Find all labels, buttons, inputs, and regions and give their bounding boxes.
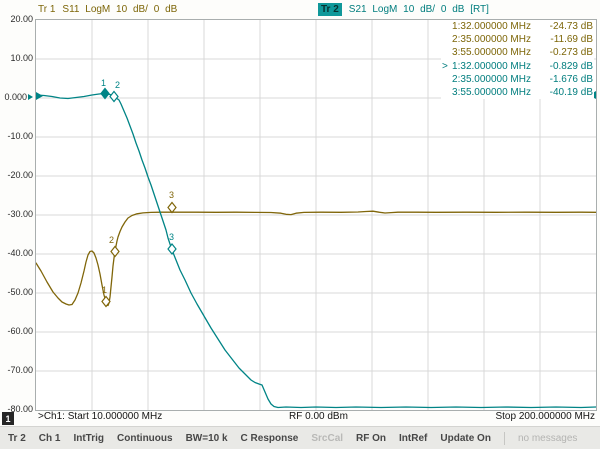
trace2-tab[interactable]: Tr 2	[318, 2, 342, 16]
marker-2-s11-diamond[interactable]	[110, 245, 120, 258]
status-message: no messages	[517, 432, 578, 444]
rf-power-label[interactable]: RF 0.00 dBm	[289, 411, 348, 422]
trace1-params[interactable]: S11 LogM 10 dB/ 0 dB	[62, 4, 177, 15]
marker-2-s21-label: 2	[115, 80, 120, 90]
channel-indicator[interactable]: 1	[2, 412, 14, 425]
status-item-ch-1[interactable]: Ch 1	[39, 433, 61, 444]
y-axis-label: -40.00	[0, 248, 33, 259]
y-axis-label: 20.00	[0, 14, 33, 25]
y-axis-tick-text: -10.00	[7, 131, 33, 141]
marker-3-s11-diamond[interactable]	[167, 201, 177, 214]
status-item-intref[interactable]: IntRef	[399, 433, 427, 444]
y-axis-tick-text: -30.00	[7, 209, 33, 219]
status-item-c-response[interactable]: C Response	[241, 433, 299, 444]
y-axis-tick-text: 0.000	[4, 92, 27, 102]
marker-1-s21-label: 1	[101, 78, 106, 88]
marker-1-s11-label: 1	[102, 285, 107, 295]
marker-value: -1.676 dB	[549, 73, 593, 85]
marker-readout-row: 3:55.000000 MHz -40.19 dB	[442, 86, 593, 99]
y-axis-label: -70.00	[0, 365, 33, 376]
trace1-header: Tr 1 S11 LogM 10 dB/ 0 dB	[38, 2, 177, 16]
active-marker-prefix: >	[442, 60, 448, 72]
marker-frequency: 2:35.000000 MHz	[452, 73, 531, 85]
y-axis-label: -30.00	[0, 209, 33, 220]
marker-3-s11-label: 3	[169, 190, 174, 200]
status-item-tr-2[interactable]: Tr 2	[8, 433, 26, 444]
y-axis-label: -10.00	[0, 131, 33, 142]
status-item-bw-10-k[interactable]: BW=10 k	[186, 433, 228, 444]
marker-frequency: 1:32.000000 MHz	[452, 60, 531, 72]
marker-value: -24.73 dB	[549, 21, 593, 33]
marker-1-s21-diamond[interactable]	[100, 87, 110, 100]
marker-readout-row: >1:32.000000 MHz -0.829 dB	[442, 60, 593, 73]
y-axis-label: -20.00	[0, 170, 33, 181]
marker-readout-row: 2:35.000000 MHz -1.676 dB	[442, 73, 593, 86]
y-axis-label: 0.000	[0, 92, 33, 103]
y-axis-tick-text: 20.00	[10, 14, 33, 24]
marker-2-s21-diamond[interactable]	[109, 90, 119, 103]
status-item-continuous[interactable]: Continuous	[117, 433, 173, 444]
status-divider	[503, 431, 505, 445]
y-axis-tick-text: -20.00	[7, 170, 33, 180]
trace2-ref-level-arrow-icon	[28, 94, 33, 100]
marker-readout-row: 2:35.000000 MHz -11.69 dB	[442, 33, 593, 46]
marker-frequency: 1:32.000000 MHz	[452, 21, 531, 33]
start-frequency-label[interactable]: >Ch1: Start 10.000000 MHz	[38, 411, 162, 422]
trace2-header: Tr 2 S21 LogM 10 dB/ 0 dB [RT]	[318, 2, 489, 16]
y-axis-tick-text: -70.00	[7, 365, 33, 375]
marker-frequency: 2:35.000000 MHz	[452, 34, 531, 46]
vna-screen: Tr 1 S11 LogM 10 dB/ 0 dB Tr 2 S21 LogM …	[0, 0, 600, 449]
marker-value: -11.69 dB	[550, 34, 593, 46]
marker-value: -40.19 dB	[549, 87, 593, 99]
y-axis-label: -60.00	[0, 326, 33, 337]
status-item-rf-on[interactable]: RF On	[356, 433, 386, 444]
status-item-update-on[interactable]: Update On	[440, 433, 491, 444]
status-item-srccal: SrcCal	[311, 432, 344, 444]
marker-value: -0.829 dB	[549, 60, 593, 72]
status-bar: Tr 2 Ch 1 IntTrig Continuous BW=10 k C Respon…	[0, 426, 600, 449]
marker-frequency: 3:55.000000 MHz	[452, 87, 531, 99]
marker-2-s11-label: 2	[109, 235, 114, 245]
marker-readout-row: 3:55.000000 MHz -0.273 dB	[442, 46, 593, 59]
marker-readout-panel: 1:32.000000 MHz -24.73 dB 2:35.000000 MHz -…	[441, 20, 594, 100]
status-item-inttrig[interactable]: IntTrig	[73, 433, 104, 444]
y-axis-label: -50.00	[0, 287, 33, 298]
marker-3-s21-diamond[interactable]	[167, 243, 177, 255]
y-axis-label: 10.00	[0, 53, 33, 64]
stop-frequency-label[interactable]: Stop 200.000000 MHz	[495, 411, 595, 422]
marker-frequency: 3:55.000000 MHz	[452, 47, 531, 59]
trace1-tab[interactable]: Tr 1	[38, 4, 55, 15]
marker-value: -0.273 dB	[549, 47, 593, 59]
marker-readout-row: 1:32.000000 MHz -24.73 dB	[442, 20, 593, 33]
y-axis-tick-text: 10.00	[10, 53, 33, 63]
marker-3-s21-label: 3	[169, 232, 174, 242]
y-axis-tick-text: -40.00	[7, 248, 33, 258]
ref-level-arrow-icon	[36, 92, 43, 100]
y-axis-tick-text: -60.00	[7, 326, 33, 336]
y-axis-tick-text: -50.00	[7, 287, 33, 297]
trace2-params[interactable]: S21 LogM 10 dB/ 0 dB [RT]	[349, 4, 489, 15]
